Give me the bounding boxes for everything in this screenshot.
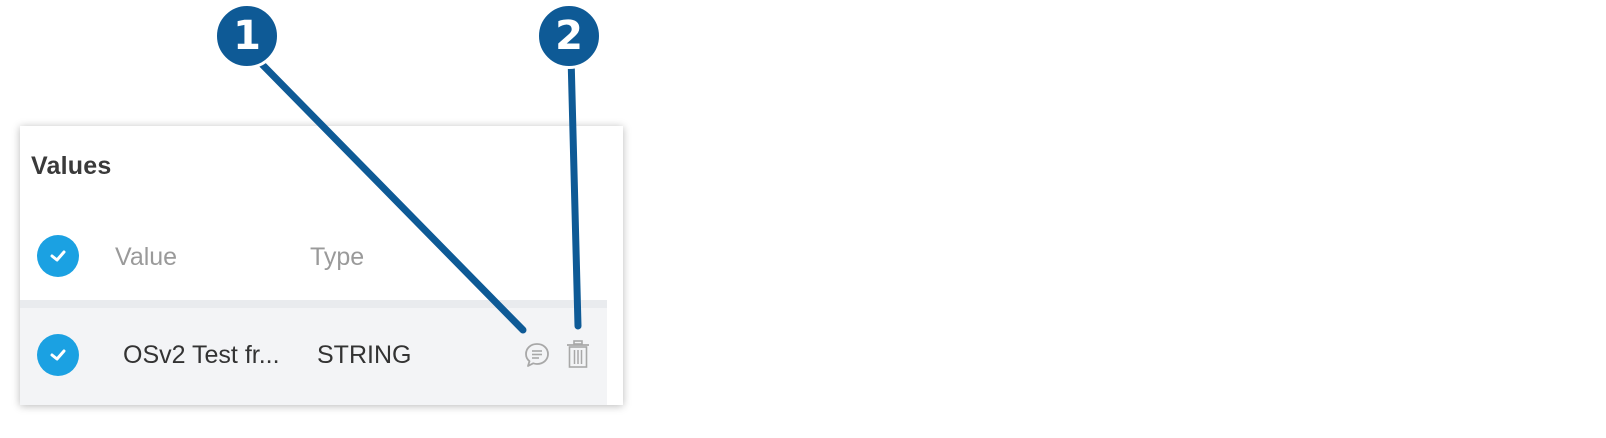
callout-badge-2: 2 bbox=[536, 3, 602, 69]
table-row[interactable]: OSv2 Test fr... STRING bbox=[20, 308, 607, 405]
annotated-screenshot: Values Value Type OSv2 Test fr... STRING bbox=[0, 0, 1606, 438]
comment-icon bbox=[525, 343, 549, 367]
check-icon bbox=[50, 349, 66, 361]
row-checkbox[interactable] bbox=[37, 334, 79, 376]
check-icon bbox=[50, 250, 66, 262]
row-value-cell: OSv2 Test fr... bbox=[123, 341, 280, 369]
values-panel: Values Value Type OSv2 Test fr... STRING bbox=[20, 126, 623, 405]
panel-title: Values bbox=[31, 152, 112, 180]
callout-badge-1: 1 bbox=[214, 3, 280, 69]
column-header-type[interactable]: Type bbox=[310, 243, 364, 272]
header-divider bbox=[20, 300, 607, 308]
delete-button[interactable] bbox=[563, 339, 593, 369]
comment-button[interactable] bbox=[522, 340, 552, 370]
select-all-checkbox[interactable] bbox=[37, 235, 79, 277]
column-header-value[interactable]: Value bbox=[115, 243, 177, 272]
table-header: Value Type bbox=[20, 230, 607, 286]
trash-icon bbox=[567, 340, 589, 368]
row-type-cell: STRING bbox=[317, 341, 412, 369]
